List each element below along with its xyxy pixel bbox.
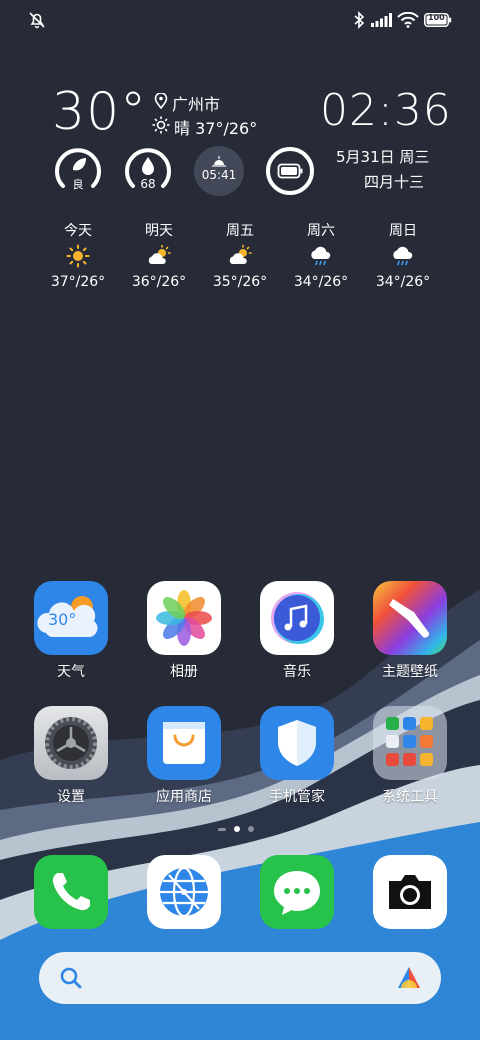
app-label: 音乐	[283, 664, 311, 680]
forecast-day-label: 今天	[64, 223, 92, 239]
app-app-store[interactable]: 应用商店	[134, 706, 234, 806]
theme-brush-icon[interactable]	[373, 581, 447, 655]
app-themes[interactable]: 主题壁纸	[360, 581, 460, 681]
condition: 晴 37°/26°	[152, 115, 257, 139]
humidity-gauge: 68	[123, 146, 173, 196]
forecast-day: 周五 35°/26°	[210, 220, 270, 290]
location-pin-icon	[154, 92, 168, 113]
search-bar[interactable]	[39, 952, 441, 1004]
messages-icon[interactable]	[260, 855, 334, 929]
forecast-day: 明天 36°/26°	[129, 220, 189, 290]
app-phone-manager[interactable]: 手机管家	[247, 706, 347, 806]
air-quality-label: 良	[72, 178, 84, 191]
search-icon[interactable]	[59, 966, 83, 994]
app-label: 天气	[57, 664, 85, 680]
music-icon[interactable]	[260, 581, 334, 655]
app-label: 应用商店	[156, 789, 212, 805]
air-quality-gauge: 良	[53, 146, 103, 196]
rain-icon	[291, 244, 351, 270]
forecast-day-label: 周六	[307, 223, 335, 239]
partly-cloudy-icon	[129, 244, 189, 270]
date: 5月31日 周三	[336, 148, 430, 166]
condition-text: 晴 37°/26°	[174, 119, 258, 138]
app-label: 系统工具	[382, 789, 438, 805]
phone-icon[interactable]	[34, 855, 108, 929]
location: 广州市	[154, 91, 220, 115]
forecast-day: 今天 37°/26°	[48, 220, 108, 290]
browser-globe-icon[interactable]	[147, 855, 221, 929]
page-dot-active[interactable]	[234, 826, 240, 832]
assistant-logo-icon[interactable]	[395, 964, 423, 996]
dock-messages[interactable]	[247, 855, 347, 929]
weather-clock-widget[interactable]: 30° 广州市 晴 37°/26° 02:36 5月31日 周三 四月十三 良 …	[0, 0, 480, 300]
current-temperature: 30°	[52, 82, 148, 142]
page-dot[interactable]	[248, 826, 254, 832]
rain-icon	[373, 244, 433, 270]
folder-system-tools[interactable]: 系统工具	[360, 706, 460, 806]
city-name: 广州市	[172, 95, 221, 114]
forecast-range: 35°/26°	[212, 274, 268, 290]
weather-app-icon[interactable]: 30°	[34, 581, 108, 655]
forecast-range: 34°/26°	[293, 274, 349, 290]
app-label: 设置	[57, 789, 85, 805]
app-music[interactable]: 音乐	[247, 581, 347, 681]
app-store-bag-icon[interactable]	[147, 706, 221, 780]
forecast-range: 37°/26°	[50, 274, 106, 290]
sun-icon	[152, 116, 170, 138]
clock-time: 02:36	[320, 85, 452, 136]
battery-gauge	[265, 146, 315, 196]
app-label: 相册	[170, 664, 198, 680]
forecast-day: 周日 34°/26°	[373, 220, 433, 290]
folder-icon[interactable]	[373, 706, 447, 780]
sunrise-gauge: 05:41	[194, 146, 244, 196]
forecast-day: 周六 34°/26°	[291, 220, 351, 290]
app-weather[interactable]: 30° 天气	[21, 581, 121, 681]
humidity-value: 68	[140, 177, 156, 191]
lunar-date: 四月十三	[364, 173, 425, 191]
app-gallery[interactable]: 相册	[134, 581, 234, 681]
gallery-icon[interactable]	[147, 581, 221, 655]
page-dot[interactable]	[218, 827, 226, 831]
forecast-range: 34°/26°	[375, 274, 431, 290]
dock-camera[interactable]	[360, 855, 460, 929]
dock-browser[interactable]	[134, 855, 234, 929]
settings-gear-icon[interactable]	[34, 706, 108, 780]
camera-icon[interactable]	[373, 855, 447, 929]
partly-cloudy-icon	[210, 244, 270, 270]
app-label: 主题壁纸	[382, 664, 438, 680]
page-indicator[interactable]	[218, 826, 254, 832]
weather-app-temp: 30°	[48, 610, 77, 629]
forecast-range: 36°/26°	[131, 274, 187, 290]
app-settings[interactable]: 设置	[21, 706, 121, 806]
app-label: 手机管家	[269, 789, 325, 805]
forecast-day-label: 明天	[145, 223, 173, 239]
shield-icon[interactable]	[260, 706, 334, 780]
sunny-icon	[48, 244, 108, 270]
dock-phone[interactable]	[21, 855, 121, 929]
forecast-day-label: 周五	[226, 223, 254, 239]
forecast-day-label: 周日	[389, 223, 417, 239]
sunrise-time: 05:41	[201, 168, 237, 182]
